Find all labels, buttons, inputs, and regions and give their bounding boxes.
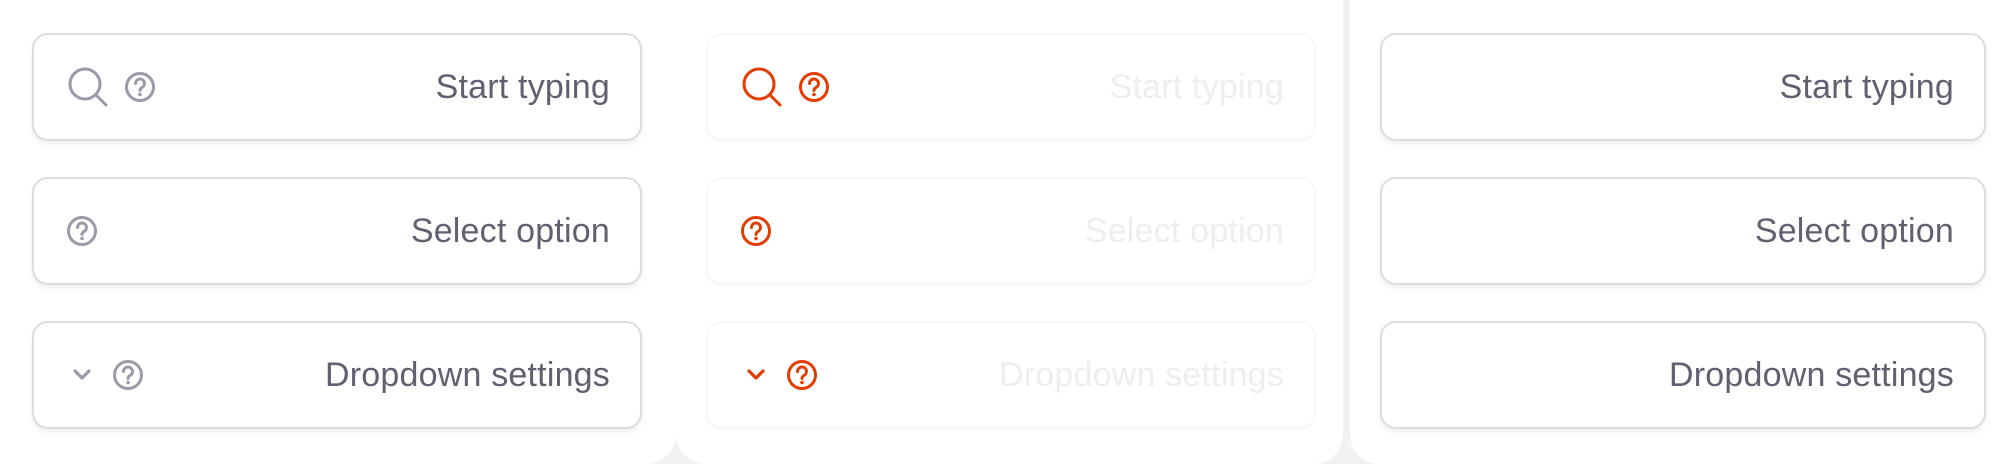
- field-placeholder: Select option: [410, 211, 610, 250]
- chevron-down-icon[interactable]: [66, 359, 98, 391]
- search-field[interactable]: Start typing: [32, 33, 642, 141]
- help-circle-icon[interactable]: [66, 215, 98, 247]
- dropdown-field-disabled: Dropdown settings: [706, 321, 1316, 429]
- chevron-down-icon: [740, 359, 772, 391]
- field-placeholder: Dropdown settings: [1669, 355, 1954, 394]
- field-placeholder: Start typing: [435, 67, 610, 106]
- help-circle-icon: [740, 215, 772, 247]
- dropdown-field-plain[interactable]: Dropdown settings: [1380, 321, 1986, 429]
- help-circle-icon: [798, 71, 830, 103]
- search-field-plain[interactable]: Start typing: [1380, 33, 1986, 141]
- field-placeholder: Select option: [1754, 211, 1954, 250]
- select-field-plain[interactable]: Select option: [1380, 177, 1986, 285]
- help-circle-icon: [786, 359, 818, 391]
- search-field-disabled: Start typing: [706, 33, 1316, 141]
- select-field-disabled: Select option: [706, 177, 1316, 285]
- help-circle-icon[interactable]: [112, 359, 144, 391]
- field-placeholder: Start typing: [1779, 67, 1954, 106]
- dropdown-field[interactable]: Dropdown settings: [32, 321, 642, 429]
- search-icon: [66, 65, 110, 109]
- field-placeholder: Dropdown settings: [999, 355, 1284, 394]
- field-placeholder: Start typing: [1109, 67, 1284, 106]
- select-field[interactable]: Select option: [32, 177, 642, 285]
- field-placeholder: Select option: [1084, 211, 1284, 250]
- search-icon: [740, 65, 784, 109]
- help-circle-icon[interactable]: [124, 71, 156, 103]
- field-placeholder: Dropdown settings: [325, 355, 610, 394]
